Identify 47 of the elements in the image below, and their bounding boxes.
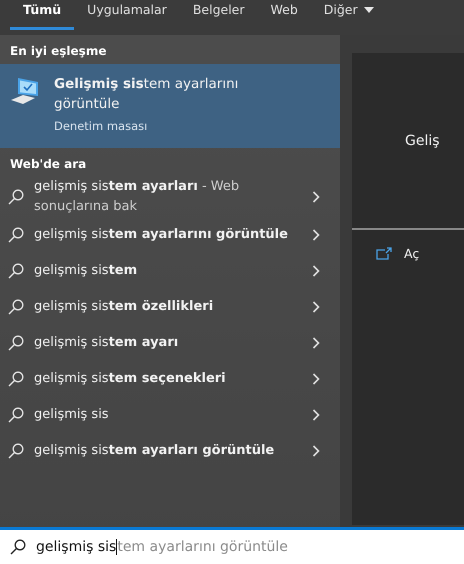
chevron-icon — [312, 301, 320, 313]
search-icon — [8, 263, 24, 279]
search-icon — [8, 299, 24, 315]
search-icon — [8, 443, 24, 459]
open-action[interactable]: Aç — [376, 246, 464, 261]
filter-tab[interactable]: Web — [258, 0, 311, 30]
chevron-icon — [312, 409, 320, 421]
chevron-icon — [312, 191, 320, 203]
search-icon — [8, 407, 24, 423]
web-search-item[interactable]: gelişmiş sistem ayarları görüntüle — [0, 433, 340, 469]
web-search-item[interactable]: gelişmiş sistem özellikleri — [0, 289, 340, 325]
best-match-item[interactable]: Gelişmiş sistem ayarlarını görüntüle Denetim masası — [0, 64, 340, 148]
filter-tab[interactable]: Diğer — [310, 0, 387, 30]
search-icon — [8, 227, 24, 243]
result-title: Gelişmiş sistem ayarlarını görüntüle — [54, 75, 240, 114]
search-icon — [8, 335, 24, 351]
web-search-item[interactable]: gelişmiş sistem seçenekleri — [0, 361, 340, 397]
search-icon — [8, 371, 24, 387]
chevron-icon — [312, 229, 320, 241]
suggestion-text: gelişmiş sistem ayarları görüntüle — [34, 442, 276, 460]
web-search-item[interactable]: gelişmiş sistem ayarı — [0, 325, 340, 361]
open-window-icon — [376, 247, 392, 260]
web-search-item[interactable]: gelişmiş sis — [0, 397, 340, 433]
web-search-item[interactable]: gelişmiş sistem ayarları - Web sonuçlarına bak — [0, 177, 340, 217]
filter-tab[interactable]: Belgeler — [180, 0, 258, 30]
preview-title: Geliş — [405, 132, 440, 148]
chevron-icon — [312, 337, 320, 349]
filter-tab[interactable]: Uygulamalar — [74, 0, 180, 30]
result-subtitle: Denetim masası — [54, 119, 148, 133]
suggestion-text: gelişmiş sistem ayarı — [34, 334, 180, 352]
chevron-icon — [312, 373, 320, 385]
section-heading: Web'de ara — [9, 156, 88, 173]
chevron-icon — [312, 265, 320, 277]
web-search-item[interactable]: gelişmiş sistem — [0, 253, 340, 289]
filter-tab[interactable]: Tümü — [10, 0, 74, 30]
suggestion-text: gelişmiş sistem — [34, 262, 138, 280]
search-icon — [8, 189, 24, 205]
web-search-item[interactable]: gelişmiş sistem ayarlarını görüntüle — [0, 217, 340, 253]
suggestion-text: gelişmiş sistem ayarları - Web sonuçlarına bak — [34, 178, 240, 216]
suggestion-text: gelişmiş sistem özellikleri — [34, 298, 214, 316]
suggestion-text: gelişmiş sistem ayarlarını görüntüle — [34, 226, 289, 244]
section-heading: En iyi eşleşme — [9, 43, 108, 60]
chevron-icon — [312, 445, 320, 457]
suggestion-text: gelişmiş sistem seçenekleri — [34, 370, 227, 388]
suggestion-text: gelişmiş sis — [34, 406, 110, 424]
search-icon — [10, 539, 26, 555]
search-field[interactable]: gelişmiş sistem ayarlarını görüntüle — [0, 527, 464, 564]
